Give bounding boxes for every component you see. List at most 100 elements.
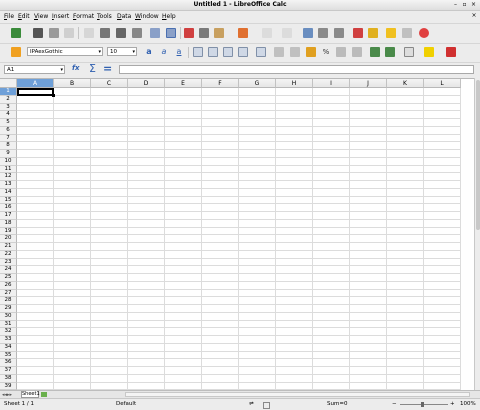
align-right-icon[interactable]	[223, 47, 233, 57]
bold-icon[interactable]: a	[144, 47, 154, 57]
row-header[interactable]: 37	[0, 367, 17, 375]
function-wizard-icon[interactable]: fx	[72, 64, 84, 75]
row-header[interactable]: 21	[0, 243, 17, 251]
row-header[interactable]: 18	[0, 219, 17, 228]
row-header[interactable]: 27	[0, 289, 17, 298]
merge-cells-icon[interactable]	[256, 47, 266, 57]
add-sheet-icon[interactable]	[41, 392, 47, 397]
print-icon[interactable]	[116, 28, 126, 38]
column-header[interactable]: K	[387, 79, 424, 88]
formula-input[interactable]	[119, 65, 474, 74]
undo-icon[interactable]	[262, 28, 272, 38]
row-header[interactable]: 33	[0, 336, 17, 344]
zoom-slider-thumb[interactable]	[421, 402, 424, 407]
row-header[interactable]: 28	[0, 297, 17, 305]
row-header[interactable]: 32	[0, 328, 17, 336]
paste-icon[interactable]	[214, 28, 224, 38]
row-header[interactable]: 12	[0, 173, 17, 181]
gallery-icon[interactable]	[402, 28, 412, 38]
align-top-icon[interactable]	[274, 47, 284, 57]
row-header[interactable]: 35	[0, 351, 17, 360]
help-icon[interactable]	[419, 28, 429, 38]
hyperlink-icon[interactable]	[303, 28, 313, 38]
zoom-in-icon[interactable]: +	[450, 401, 455, 407]
column-header[interactable]: I	[313, 79, 350, 88]
sheet-tab[interactable]: Sheet1	[21, 391, 40, 398]
navigator-icon[interactable]	[386, 28, 396, 38]
font-name-select[interactable]: IPAexGothic ▾	[27, 47, 103, 56]
row-header[interactable]: 24	[0, 266, 17, 274]
increase-indent-icon[interactable]	[385, 47, 395, 57]
font-color-icon[interactable]	[446, 47, 456, 57]
background-color-icon[interactable]	[424, 47, 434, 57]
zoom-out-icon[interactable]: −	[392, 401, 397, 407]
row-header[interactable]: 36	[0, 359, 17, 367]
underline-icon[interactable]: a	[174, 47, 184, 57]
save-icon[interactable]	[49, 28, 59, 38]
vertical-scrollbar[interactable]	[474, 78, 480, 390]
row-header[interactable]: 7	[0, 134, 17, 143]
row-header[interactable]: 23	[0, 258, 17, 267]
borders-icon[interactable]	[404, 47, 414, 57]
clone-formatting-icon[interactable]	[238, 28, 248, 38]
row-header[interactable]: 4	[0, 111, 17, 119]
minimize-icon[interactable]: –	[452, 1, 459, 8]
zoom-level[interactable]: 100%	[460, 401, 476, 407]
active-cell-cursor[interactable]	[17, 88, 54, 96]
fill-handle[interactable]	[52, 94, 55, 97]
column-header[interactable]: E	[165, 79, 202, 88]
pivot-table-icon[interactable]	[368, 28, 378, 38]
open-icon[interactable]	[33, 28, 43, 38]
cut-icon[interactable]	[184, 28, 194, 38]
close-document-icon[interactable]: ×	[471, 13, 477, 19]
email-icon[interactable]	[64, 28, 74, 38]
row-header[interactable]: 8	[0, 142, 17, 150]
column-header[interactable]: D	[128, 79, 165, 88]
decrease-indent-icon[interactable]	[370, 47, 380, 57]
close-icon[interactable]: ×	[470, 1, 477, 8]
styles-icon[interactable]	[11, 47, 21, 57]
justify-icon[interactable]	[238, 47, 248, 57]
spreadsheet-grid[interactable]: ABCDEFGHIJKL 1 2 3 4 5 6 7 8 9 10 11 12 13 14 15 16 17 18…	[0, 78, 474, 391]
maximize-icon[interactable]: ▫	[461, 1, 468, 8]
row-header[interactable]: 13	[0, 181, 17, 189]
menu-tools[interactable]: Tools	[97, 13, 112, 20]
row-header[interactable]: 15	[0, 196, 17, 205]
add-decimal-icon[interactable]	[352, 47, 362, 57]
column-header[interactable]: L	[424, 79, 461, 88]
menu-file[interactable]: File	[4, 13, 14, 20]
sort-descending-icon[interactable]	[334, 28, 344, 38]
row-header[interactable]: 5	[0, 119, 17, 127]
menu-insert[interactable]: Insert	[52, 13, 69, 20]
column-header[interactable]: H	[276, 79, 313, 88]
name-box[interactable]: A1 ▾	[4, 65, 65, 74]
row-header[interactable]: 20	[0, 235, 17, 243]
font-size-select[interactable]: 10 ▾	[107, 47, 137, 56]
number-format-icon[interactable]	[336, 47, 346, 57]
chart-icon[interactable]	[353, 28, 363, 38]
menu-format[interactable]: Format	[73, 13, 94, 20]
print-preview-icon[interactable]	[132, 28, 142, 38]
row-header[interactable]: 1	[0, 88, 17, 96]
row-header[interactable]: 22	[0, 250, 17, 259]
row-header[interactable]: 9	[0, 150, 17, 158]
column-header[interactable]: C	[91, 79, 128, 88]
align-bottom-icon[interactable]	[290, 47, 300, 57]
sort-ascending-icon[interactable]	[318, 28, 328, 38]
selection-mode-icon[interactable]: ⇌	[249, 401, 254, 407]
sum-icon[interactable]: Σ	[89, 62, 99, 75]
align-center-icon[interactable]	[208, 47, 218, 57]
menu-window[interactable]: Window	[135, 13, 159, 20]
row-header[interactable]: 3	[0, 103, 17, 112]
row-header[interactable]: 38	[0, 374, 17, 383]
percent-icon[interactable]: %	[321, 47, 331, 57]
column-header[interactable]: F	[202, 79, 239, 88]
row-header[interactable]: 14	[0, 188, 17, 197]
autospellcheck-icon[interactable]	[166, 28, 176, 38]
row-header[interactable]: 19	[0, 227, 17, 236]
column-header[interactable]: B	[54, 79, 91, 88]
currency-icon[interactable]	[306, 47, 316, 57]
menu-data[interactable]: Data	[117, 13, 131, 20]
row-header[interactable]: 26	[0, 281, 17, 290]
row-header[interactable]: 25	[0, 274, 17, 282]
